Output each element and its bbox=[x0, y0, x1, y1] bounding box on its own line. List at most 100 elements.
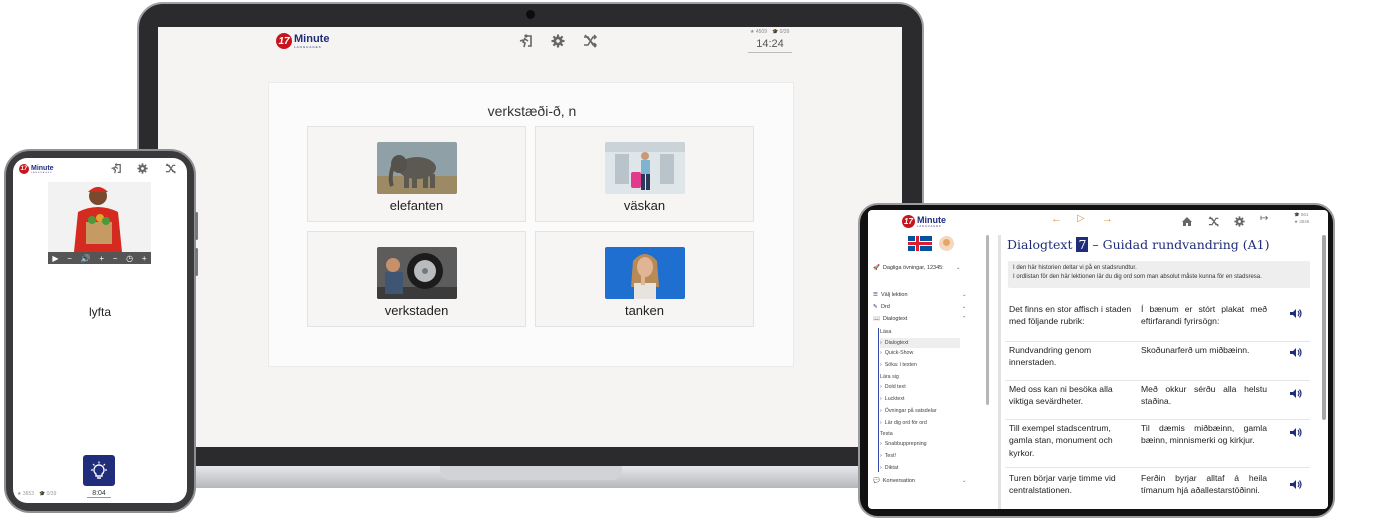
shuffle-off-icon[interactable] bbox=[583, 34, 598, 48]
logo-name: Minute bbox=[917, 214, 946, 225]
submenu-group-title: Läsa bbox=[880, 329, 892, 335]
speaker-icon[interactable] bbox=[1289, 308, 1302, 322]
submenu-item[interactable]: › Söka: i texten bbox=[880, 362, 917, 368]
stars-count: 3653 bbox=[22, 491, 34, 497]
home-icon[interactable] bbox=[1181, 214, 1193, 232]
volume-icon[interactable]: 🔊 bbox=[81, 254, 91, 263]
icelandic-text: Til dæmis miðbæinn, gamla bæinn, minnism… bbox=[1141, 423, 1267, 446]
gear-icon[interactable] bbox=[137, 163, 148, 174]
logo[interactable]: 17 Minute LANGUAGES bbox=[276, 33, 329, 49]
swedish-text: Med oss kan ni besöka alla viktiga sevär… bbox=[1009, 384, 1113, 407]
choice-label: tanken bbox=[624, 303, 665, 318]
speaker-icon[interactable] bbox=[1289, 388, 1302, 402]
submenu-item[interactable]: › Lucktext bbox=[880, 396, 905, 402]
minus-icon[interactable]: − bbox=[67, 254, 72, 263]
sidebar-item-label: Ord bbox=[880, 304, 890, 310]
minus-icon[interactable]: − bbox=[113, 254, 118, 263]
dialog-row: Det finns en stor affisch i staden med f… bbox=[1005, 303, 1310, 342]
submenu-item-label: Snabbupprepning bbox=[884, 441, 927, 447]
arrow-right-icon[interactable]: → bbox=[1102, 213, 1113, 225]
elephant-image bbox=[376, 142, 457, 194]
tablet-screen: 17 Minute LANGUAGES ← ▷ → ↦ 🎓 561 ★ 3545… bbox=[868, 210, 1328, 509]
submenu-item[interactable]: › Test! bbox=[880, 453, 896, 459]
submenu-item[interactable]: › Diktat bbox=[880, 465, 898, 471]
submenu-item-label: Dialogtext bbox=[884, 340, 909, 346]
sidebar-item-daily[interactable]: 🚀 Dagliga övningar, 12345: ⌄ bbox=[873, 265, 973, 271]
mechanic-tire-image bbox=[376, 247, 457, 299]
submenu-item[interactable]: › Lär dig ord för ord bbox=[880, 420, 927, 426]
choice-label: verkstaden bbox=[384, 303, 449, 318]
choice-card[interactable]: väskan bbox=[535, 126, 754, 222]
title-suffix: – Guidad rundvandring (A1) bbox=[1092, 237, 1270, 252]
choice-card[interactable]: verkstaden bbox=[307, 231, 526, 327]
logo-sub: LANGUAGES bbox=[917, 224, 942, 228]
suitcase-traveler-image bbox=[604, 142, 685, 194]
lesson-number-badge: 7 bbox=[1076, 237, 1089, 252]
exit-icon[interactable] bbox=[110, 163, 121, 174]
dialog-row: Turen börjar varje timme vid centralstat… bbox=[1005, 472, 1310, 509]
gear-icon[interactable] bbox=[551, 34, 565, 48]
page-title: Dialogtext 7 – Guidad rundvandring (A1) bbox=[1007, 237, 1270, 252]
plus-icon[interactable]: + bbox=[142, 254, 147, 263]
lightbulb-icon bbox=[91, 461, 107, 479]
play-icon[interactable]: ▶ bbox=[52, 254, 58, 263]
stats-bar: 🎓 561 ★ 3545 bbox=[1294, 212, 1310, 224]
submenu-item[interactable]: › Övningar på satsdelar bbox=[880, 408, 937, 414]
logo-sub: LANGUAGES bbox=[294, 44, 322, 49]
phone-side-button bbox=[195, 248, 198, 276]
shuffle-off-icon[interactable] bbox=[165, 163, 177, 174]
submenu-item[interactable]: › Dold text bbox=[880, 384, 906, 390]
logo[interactable]: 17 Minute LANGUAGES bbox=[902, 215, 946, 228]
timer: 14:24 bbox=[748, 38, 792, 53]
choice-card[interactable]: elefanten bbox=[307, 126, 526, 222]
icelandic-flag-icon[interactable] bbox=[908, 236, 932, 251]
hint-button[interactable] bbox=[83, 455, 115, 486]
sidebar-item-conversation[interactable]: 💬 Konversation ⌄ bbox=[873, 478, 973, 484]
plus-icon[interactable]: + bbox=[99, 254, 104, 263]
submenu-item[interactable]: › Quick-Show bbox=[880, 350, 913, 356]
swedish-text: Det finns en stor affisch i staden med f… bbox=[1009, 304, 1132, 327]
content-scrollbar[interactable] bbox=[1322, 235, 1326, 420]
stats-bar: ★ 4509 🎓 0/39 bbox=[750, 29, 790, 35]
play-icon[interactable]: ▷ bbox=[1077, 213, 1085, 224]
submenu-item[interactable]: › Snabbupprepning bbox=[880, 441, 927, 447]
sidebar-item-dialog[interactable]: 📖 Dialogtext ⌃ bbox=[873, 316, 973, 322]
speaker-icon[interactable] bbox=[1289, 479, 1302, 493]
logout-icon[interactable]: ↦ bbox=[1260, 213, 1268, 224]
gear-icon[interactable] bbox=[1234, 214, 1245, 232]
flashcard-word: lyfta bbox=[88, 305, 111, 319]
submenu-item-label: Quick-Show bbox=[884, 350, 914, 356]
logo[interactable]: 17 Minute LANGUAGES bbox=[19, 164, 54, 174]
intro-box: I den här historien deltar vi på en stad… bbox=[1008, 261, 1310, 288]
submenu-item-label: Dold text bbox=[884, 384, 906, 390]
phone-side-button bbox=[195, 212, 198, 240]
shuffle-off-icon[interactable] bbox=[1208, 214, 1220, 232]
speaker-icon[interactable] bbox=[1289, 347, 1302, 361]
pencil-icon: ✎ bbox=[873, 304, 878, 310]
video-player[interactable]: ▶ − 🔊 + − ◷ + bbox=[48, 182, 151, 264]
laptop-screen: 17 Minute LANGUAGES ★ 4509 🎓 0/39 14:24 … bbox=[158, 27, 902, 447]
laptop-camera bbox=[526, 10, 535, 19]
avatar[interactable] bbox=[939, 236, 954, 251]
sidebar-scrollbar[interactable] bbox=[986, 235, 989, 405]
speed-icon[interactable]: ◷ bbox=[126, 254, 133, 263]
sidebar-item-words[interactable]: ✎ Ord ⌄ bbox=[873, 304, 973, 310]
swedish-text: Turen börjar varje timme vid centralstat… bbox=[1009, 473, 1116, 496]
submenu-item-active[interactable]: › Dialogtext bbox=[880, 338, 960, 348]
submenu-group-title: Lära sig bbox=[880, 374, 899, 380]
phone-screen: 17 Minute LANGUAGES ▶ − 🔊 + − ◷ + lyfta … bbox=[13, 158, 187, 503]
thinking-woman-image bbox=[604, 247, 685, 299]
logo-name: Minute bbox=[294, 32, 330, 45]
choice-card[interactable]: tanken bbox=[535, 231, 754, 327]
dialog-row: Med oss kan ni besöka alla viktiga sevär… bbox=[1005, 381, 1310, 420]
exit-icon[interactable] bbox=[518, 34, 532, 48]
icelandic-text: Með okkur sérðu alla helstu staðina. bbox=[1141, 384, 1267, 407]
chevron-down-icon: ⌄ bbox=[961, 292, 967, 298]
stars-count: 3545 bbox=[1299, 218, 1310, 224]
submenu-item-label: Lär dig ord för ord bbox=[884, 420, 927, 426]
sidebar-item-label: Konversation bbox=[882, 478, 915, 484]
sidebar-item-choose-lesson[interactable]: ☰ Välj lektion ⌄ bbox=[873, 292, 973, 298]
video-controls: ▶ − 🔊 + − ◷ + bbox=[48, 252, 151, 264]
arrow-left-icon[interactable]: ← bbox=[1051, 213, 1062, 225]
speaker-icon[interactable] bbox=[1289, 427, 1302, 441]
